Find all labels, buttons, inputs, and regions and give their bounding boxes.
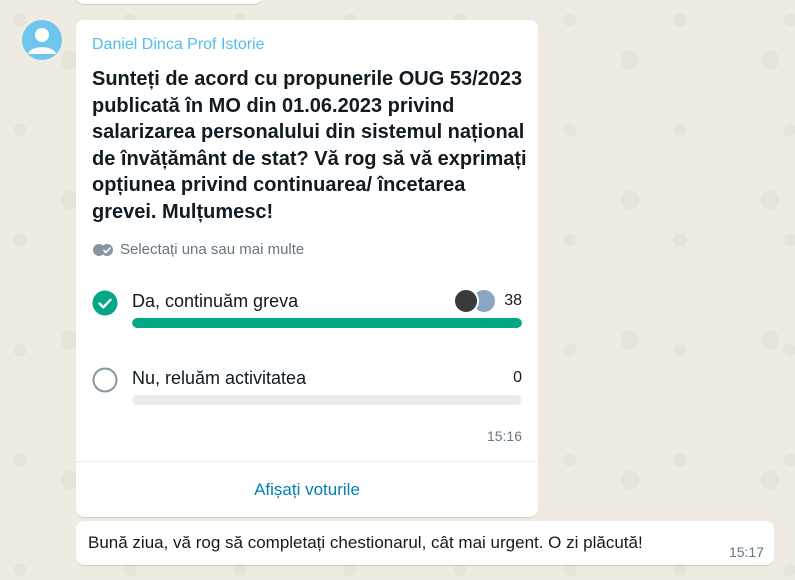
poll-option-bar	[132, 318, 522, 328]
sender-name[interactable]: Daniel Dinca Prof Istorie	[92, 36, 265, 54]
message-timestamp: 15:16	[486, 428, 522, 444]
poll-option-2[interactable]: Nu, reluăm activitatea 0	[92, 367, 522, 427]
poll-question: Sunteți de acord cu propunerile OUG 53/2…	[92, 68, 527, 223]
poll-option-votes: 38	[504, 292, 522, 309]
poll-option-label: Nu, reluăm activitatea	[132, 368, 307, 388]
poll-option-label: Da, continuăm greva	[132, 291, 299, 311]
double-check-icon	[93, 243, 113, 256]
message-timestamp: 15:17	[728, 544, 764, 560]
voter-avatars[interactable]	[453, 288, 497, 314]
default-avatar-icon	[28, 28, 56, 54]
poll-option-bar	[132, 395, 522, 405]
poll-message: Daniel Dinca Prof Istorie Sunteți de aco…	[76, 20, 538, 517]
unchecked-circle-icon[interactable]	[92, 367, 118, 393]
voter-avatar	[453, 288, 479, 314]
previous-message-bubble	[76, 0, 262, 4]
message-text: Bună ziua, vă rog să completați chestion…	[88, 533, 643, 552]
poll-option-bar-fill	[132, 318, 522, 328]
poll-option-1[interactable]: Da, continuăm greva 38	[92, 288, 522, 350]
text-message: Bună ziua, vă rog să completați chestion…	[76, 521, 774, 565]
poll-hint-text: Selectați una sau mai multe	[120, 241, 305, 258]
sender-avatar[interactable]	[22, 20, 62, 60]
checked-circle-icon[interactable]	[92, 290, 118, 316]
view-votes-button[interactable]: Afișați voturile	[76, 462, 538, 517]
poll-hint: Selectați una sau mai multe	[92, 241, 304, 258]
poll-option-votes: 0	[513, 369, 522, 386]
